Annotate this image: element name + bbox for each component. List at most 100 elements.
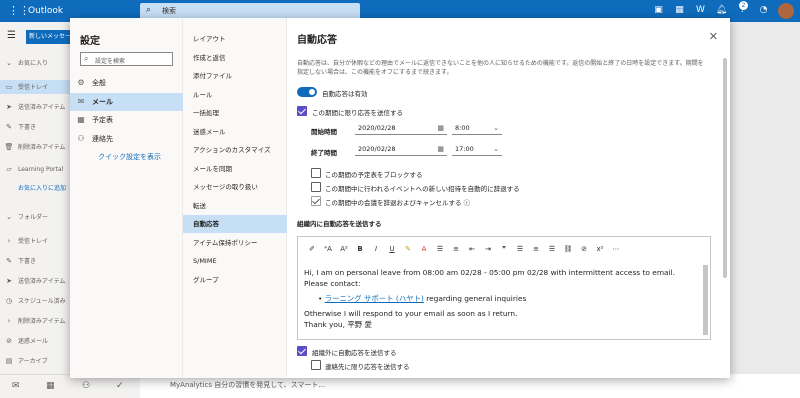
section-sweep[interactable]: 一括処理	[183, 104, 287, 122]
folder-section-favorites[interactable]: ⌄ お気に入り	[0, 56, 70, 70]
quick-settings-link[interactable]: クイック設定を表示	[98, 152, 161, 162]
support-link[interactable]: ラーニング サポート (ハヤト)	[325, 294, 424, 303]
calendar-icon[interactable]: ▦	[437, 143, 444, 156]
section-message-handling[interactable]: メッセージの取り扱い	[183, 178, 287, 196]
todo-icon[interactable]: ✓	[116, 381, 124, 391]
folder-item[interactable]: ▭ 受信トレイ	[0, 80, 70, 94]
info-icon[interactable]: ⓘ	[464, 199, 471, 207]
folder-item[interactable]: ➤ 送信済みアイテム	[0, 274, 70, 288]
folder-item[interactable]: ⊘ 迷惑メール	[0, 334, 70, 348]
new-message-button[interactable]: 新しいメッセージ	[26, 30, 74, 44]
hamburger-icon[interactable]: ☰	[7, 30, 16, 41]
section-forwarding[interactable]: 転送	[183, 197, 287, 215]
automatic-replies-panel: 自動応答 ✕ 自動応答は、自分が休暇などの理由でメールに返信できないことを他の人…	[287, 18, 730, 378]
avatar[interactable]	[778, 3, 794, 19]
chevron-right-icon: ›	[7, 317, 11, 325]
font-size-icon[interactable]: A²	[336, 243, 352, 255]
start-date-field[interactable]: 2020/02/28 ▦	[355, 122, 447, 135]
folder-item[interactable]: ◷ スケジュール済み	[0, 294, 70, 308]
calendar-icon[interactable]: ▦	[437, 122, 444, 135]
add-favorite-link[interactable]: お気に入りに追加	[0, 182, 70, 196]
people-icon[interactable]: ⚇	[82, 381, 90, 391]
category-mail[interactable]: ✉ メール	[70, 93, 183, 111]
folder-item[interactable]: › 受信トレイ	[0, 234, 70, 248]
close-icon[interactable]: ✕	[709, 30, 718, 43]
external-checkbox-label: 組織外に自動応答を送信する	[312, 349, 397, 357]
period-checkbox[interactable]	[297, 106, 307, 116]
unlink-icon[interactable]: ⊘	[576, 243, 592, 255]
increase-indent-icon[interactable]: ⇥	[480, 243, 496, 255]
font-color-icon[interactable]: A	[416, 243, 432, 255]
category-general[interactable]: ⚙ 全般	[70, 74, 183, 92]
highlight-icon[interactable]: ✎	[400, 243, 416, 255]
section-sync[interactable]: メールを同期	[183, 160, 287, 178]
category-calendar[interactable]: ▦ 予定表	[70, 111, 183, 129]
end-time-dropdown[interactable]: 17:00 ⌄	[452, 143, 502, 156]
calendar-day-icon[interactable]: ▦	[673, 4, 686, 17]
font-icon[interactable]: ᴬA	[320, 243, 336, 255]
quote-icon[interactable]: ❞	[496, 243, 512, 255]
format-painter-icon[interactable]: ✐	[304, 243, 320, 255]
people-icon: ⚇	[77, 134, 85, 143]
section-junk[interactable]: 迷惑メール	[183, 123, 287, 141]
editor-scrollbar[interactable]	[703, 265, 708, 335]
search-placeholder: 検索	[162, 7, 176, 15]
folder-item[interactable]: › 削除済みアイテム	[0, 314, 70, 328]
section-smime[interactable]: S/MIME	[183, 252, 287, 270]
underline-icon[interactable]: U	[384, 243, 400, 255]
contacts-only-label: 連絡先に限り応答を送信する	[325, 363, 410, 371]
word-icon[interactable]: W	[694, 4, 707, 17]
section-groups[interactable]: グループ	[183, 271, 287, 289]
align-right-icon[interactable]: ☰	[544, 243, 560, 255]
section-compose-reply[interactable]: 作成と返信	[183, 49, 287, 67]
folder-item[interactable]: 🗑︎ 削除済みアイテム	[0, 140, 70, 154]
folder-item[interactable]: ✎ 下書き	[0, 120, 70, 134]
cancel-meetings-checkbox[interactable]	[311, 196, 321, 206]
mail-icon[interactable]: ✉	[12, 381, 20, 391]
end-time-label: 終了時間	[311, 149, 337, 157]
feedback-icon[interactable]: ◔	[757, 4, 770, 17]
reply-message-body[interactable]: Hi, I am on personal leave from 08:00 am…	[304, 267, 700, 330]
settings-search-input[interactable]: ⌕ 設定を検索	[80, 52, 173, 66]
category-people[interactable]: ⚇ 連絡先	[70, 130, 183, 148]
search-box[interactable]: ⌕ 検索	[140, 3, 360, 19]
more-icon[interactable]: ⋯	[608, 243, 624, 255]
folder-item[interactable]: ➤ 送信済みアイテム	[0, 100, 70, 114]
period-checkbox-label: この期間に限り応答を送信する	[312, 109, 403, 117]
section-retention[interactable]: アイテム保持ポリシー	[183, 234, 287, 252]
bold-icon[interactable]: B	[352, 243, 368, 255]
align-left-icon[interactable]: ☰	[512, 243, 528, 255]
app-launcher-icon[interactable]: ⋮⋮	[8, 5, 30, 17]
superscript-icon[interactable]: x²	[592, 243, 608, 255]
section-rules[interactable]: ルール	[183, 86, 287, 104]
section-automatic-replies[interactable]: 自動応答	[183, 215, 287, 233]
italic-icon[interactable]: I	[368, 243, 384, 255]
notification-badge: 2	[739, 1, 748, 10]
folder-item[interactable]: ✎ 下書き	[0, 254, 70, 268]
section-customize-actions[interactable]: アクションのカスタマイズ	[183, 141, 287, 159]
section-attachments[interactable]: 添付ファイル	[183, 67, 287, 85]
align-center-icon[interactable]: ≡	[528, 243, 544, 255]
teams-icon[interactable]: ▣	[652, 4, 665, 17]
folder-section-folders[interactable]: ⌄ フォルダー	[0, 210, 70, 224]
calendar-icon[interactable]: ▦	[46, 381, 55, 391]
folder-item[interactable]: ▱ Learning Portal	[0, 162, 70, 176]
external-checkbox[interactable]	[297, 346, 307, 356]
decrease-indent-icon[interactable]: ⇤	[464, 243, 480, 255]
message-bullet: • ラーニング サポート (ハヤト) regarding general inq…	[318, 294, 527, 303]
decline-invites-checkbox[interactable]	[311, 182, 321, 192]
bell-icon[interactable]: 🔔︎	[715, 4, 728, 17]
link-icon[interactable]: ⛓	[560, 243, 576, 255]
folder-item[interactable]: ▤ アーカイブ	[0, 354, 70, 368]
reply-message-editor[interactable]: ✐ ᴬA A² B I U ✎ A ☰ ≡ ⇤ ⇥ ❞ ☰ ≡ ☰ ⛓ ⊘ x²…	[297, 236, 711, 340]
contacts-only-checkbox[interactable]	[311, 360, 321, 370]
end-date-field[interactable]: 2020/02/28 ▦	[355, 143, 447, 156]
panel-scrollbar[interactable]	[723, 58, 727, 278]
block-calendar-checkbox[interactable]	[311, 168, 321, 178]
panel-description: 自動応答は、自分が休暇などの理由でメールに返信できないことを他の人に知らせるため…	[297, 60, 704, 76]
numbering-icon[interactable]: ≡	[448, 243, 464, 255]
section-layout[interactable]: レイアウト	[183, 30, 287, 48]
bullets-icon[interactable]: ☰	[432, 243, 448, 255]
auto-reply-toggle[interactable]	[297, 87, 317, 97]
start-time-dropdown[interactable]: 8:00 ⌄	[452, 122, 502, 135]
